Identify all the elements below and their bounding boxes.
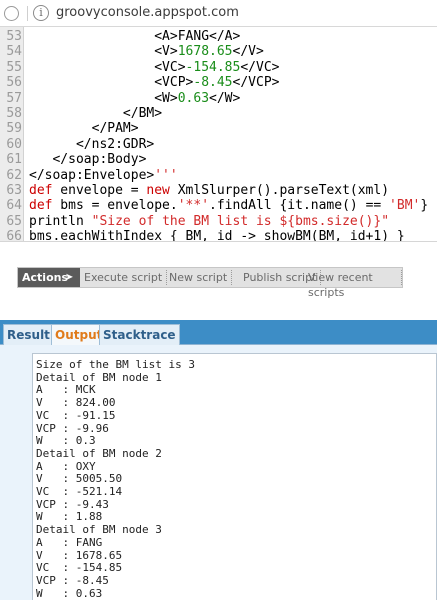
actions-arrow-icon: ➤ [65,272,74,283]
code-token: envelope = [52,183,147,198]
line-number: 66 [6,229,22,242]
view-recent-scripts-button[interactable]: View recent scripts [304,270,402,299]
code-token: 1678.65 [177,44,233,60]
tab-stacktrace[interactable]: Stacktrace [99,324,180,345]
address-bar-divider [27,6,28,21]
code-token: def [29,183,53,198]
tab-result[interactable]: Result [3,324,54,345]
code-token: <A> [29,29,178,44]
code-token: <W> [29,90,178,106]
code-token: <VC> [29,59,186,75]
code-token: } [420,198,429,214]
code-token: bms.eachWithIndex { BM, id -> showBM(BM,… [29,229,405,242]
code-token: '**' [177,198,210,214]
code-token: XmlSlurper().parseText(xml) [169,183,390,198]
output-pane: Size of the BM list is 3 Detail of BM nod… [0,345,437,600]
code-token: </V> [232,44,264,60]
code-token: -154.85 [185,59,241,75]
code-token: </soap:Envelope> [29,167,155,183]
code-token: 'BM' [389,198,421,214]
code-line[interactable]: 66 bms.eachWithIndex { BM, id -> showBM(B… [0,228,437,242]
code-token: -8.45 [193,75,233,91]
code-token: </A> [209,29,241,44]
new-script-button[interactable]: New script [165,270,233,285]
code-text[interactable]: bms.eachWithIndex { BM, id -> showBM(BM,… [29,228,405,242]
code-token: <V> [29,44,178,60]
output-tab-bar: Result Output Stacktrace [0,320,437,345]
code-token: </soap:Body> [29,152,147,168]
console-output: Size of the BM list is 3 Detail of BM nod… [32,353,437,600]
actions-toolbar: Actions ➤ Execute script New script Publis… [17,267,403,299]
code-token: </PAM> [29,121,139,137]
code-token: new [146,183,170,198]
code-token: println [29,213,92,229]
code-token: FANG [177,29,210,44]
url-text[interactable]: groovyconsole.appspot.com [56,5,239,20]
browser-address-bar[interactable]: i groovyconsole.appspot.com [0,0,437,27]
execute-script-button[interactable]: Execute script [80,270,168,285]
code-token: "Size of the BM list is ${bms.size()}" [91,213,390,229]
code-token: 0.63 [177,90,210,106]
code-token: .findAll {it.name() == [209,198,390,214]
code-token: </VC> [240,59,280,75]
code-token: </ns2:GDR> [29,136,155,152]
code-token: <VCP> [29,75,194,91]
code-editor[interactable]: 53 <A>FANG</A> 54 <V>1678.65</V> 55 <VC>-1… [0,27,437,242]
code-token: </BM> [29,106,163,121]
code-token: ''' [154,167,178,183]
code-token: def [29,198,53,214]
output-line: W : 0.63 [36,586,103,600]
code-token: </VCP> [232,75,280,91]
back-button[interactable] [4,6,19,21]
info-circle-icon[interactable]: i [33,5,49,21]
code-token: </W> [209,90,241,106]
code-token: bms = envelope. [52,198,178,214]
